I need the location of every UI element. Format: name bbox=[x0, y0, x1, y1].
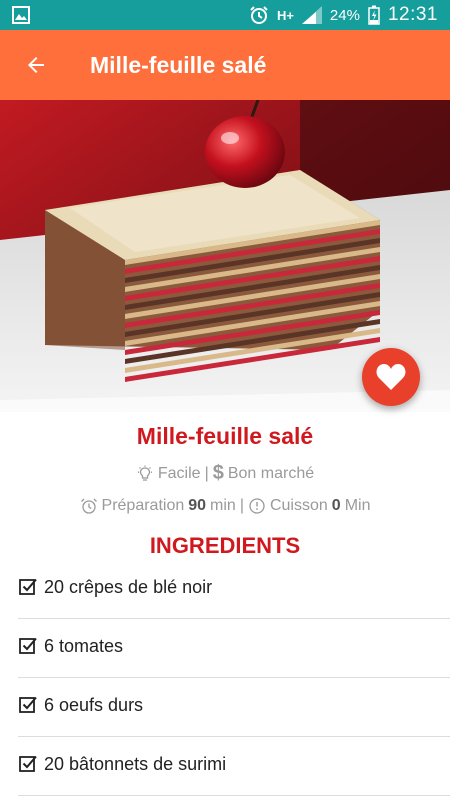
ingredient-item[interactable]: 6 oeufs durs bbox=[18, 678, 450, 737]
alarm-icon bbox=[250, 6, 268, 24]
clock: 12:31 bbox=[387, 4, 438, 25]
ingredient-text: 6 oeufs durs bbox=[44, 694, 144, 715]
separator: | bbox=[204, 464, 209, 482]
image-icon bbox=[12, 6, 30, 24]
app-bar-title: Mille-feuille salé bbox=[90, 52, 267, 78]
recipe-meta-times: Préparation 90 min | Cuisson 0 Min bbox=[0, 497, 450, 515]
status-bar: H+ 24% 12:31 bbox=[0, 0, 450, 30]
checkbox-checked-icon[interactable] bbox=[18, 695, 38, 715]
battery-charging-icon bbox=[368, 5, 380, 25]
prep-label: Préparation bbox=[101, 497, 185, 514]
ingredient-text: 6 tomates bbox=[44, 635, 124, 656]
heart-icon bbox=[376, 364, 406, 390]
ingredient-item[interactable]: 20 crêpes de blé noir bbox=[18, 560, 450, 619]
signal-icon bbox=[301, 6, 322, 24]
ingredient-text: 20 bâtonnets de surimi bbox=[44, 753, 227, 774]
cost-label: Bon marché bbox=[227, 464, 315, 482]
ingredient-item[interactable]: 20 bâtonnets de surimi bbox=[18, 737, 450, 796]
checkbox-checked-icon[interactable] bbox=[18, 577, 38, 597]
ingredients-list: 20 crêpes de blé noir 6 tomates 6 oeufs … bbox=[0, 560, 450, 796]
checkbox-checked-icon[interactable] bbox=[18, 636, 38, 656]
prep-value: 90 bbox=[188, 497, 207, 514]
arrow-back-icon bbox=[28, 57, 44, 73]
app-bar: Mille-feuille salé bbox=[0, 30, 450, 100]
checkbox-checked-icon[interactable] bbox=[18, 754, 38, 774]
ingredient-item[interactable]: 6 tomates bbox=[18, 619, 450, 678]
network-type: H+ bbox=[276, 7, 294, 23]
back-button[interactable] bbox=[18, 47, 54, 83]
cook-label: Cuisson bbox=[269, 497, 328, 514]
ingredient-text: 20 crêpes de blé noir bbox=[44, 576, 213, 597]
dollar-icon: $ bbox=[212, 462, 224, 484]
timer-icon bbox=[248, 497, 266, 515]
prep-unit: min bbox=[210, 497, 236, 514]
cook-unit: Min bbox=[344, 497, 371, 514]
separator: | bbox=[239, 497, 244, 514]
ingredients-heading: INGREDIENTS bbox=[149, 533, 301, 558]
battery-percent: 24% bbox=[329, 6, 360, 24]
lightbulb-icon bbox=[136, 465, 154, 483]
recipe-meta-difficulty-cost: Facile | $ Bon marché bbox=[0, 462, 450, 485]
alarm-clock-icon bbox=[80, 497, 98, 515]
recipe-title: Mille-feuille salé bbox=[136, 423, 314, 449]
favorite-button[interactable] bbox=[362, 348, 420, 406]
difficulty-label: Facile bbox=[157, 464, 201, 482]
cook-value: 0 bbox=[331, 497, 341, 514]
